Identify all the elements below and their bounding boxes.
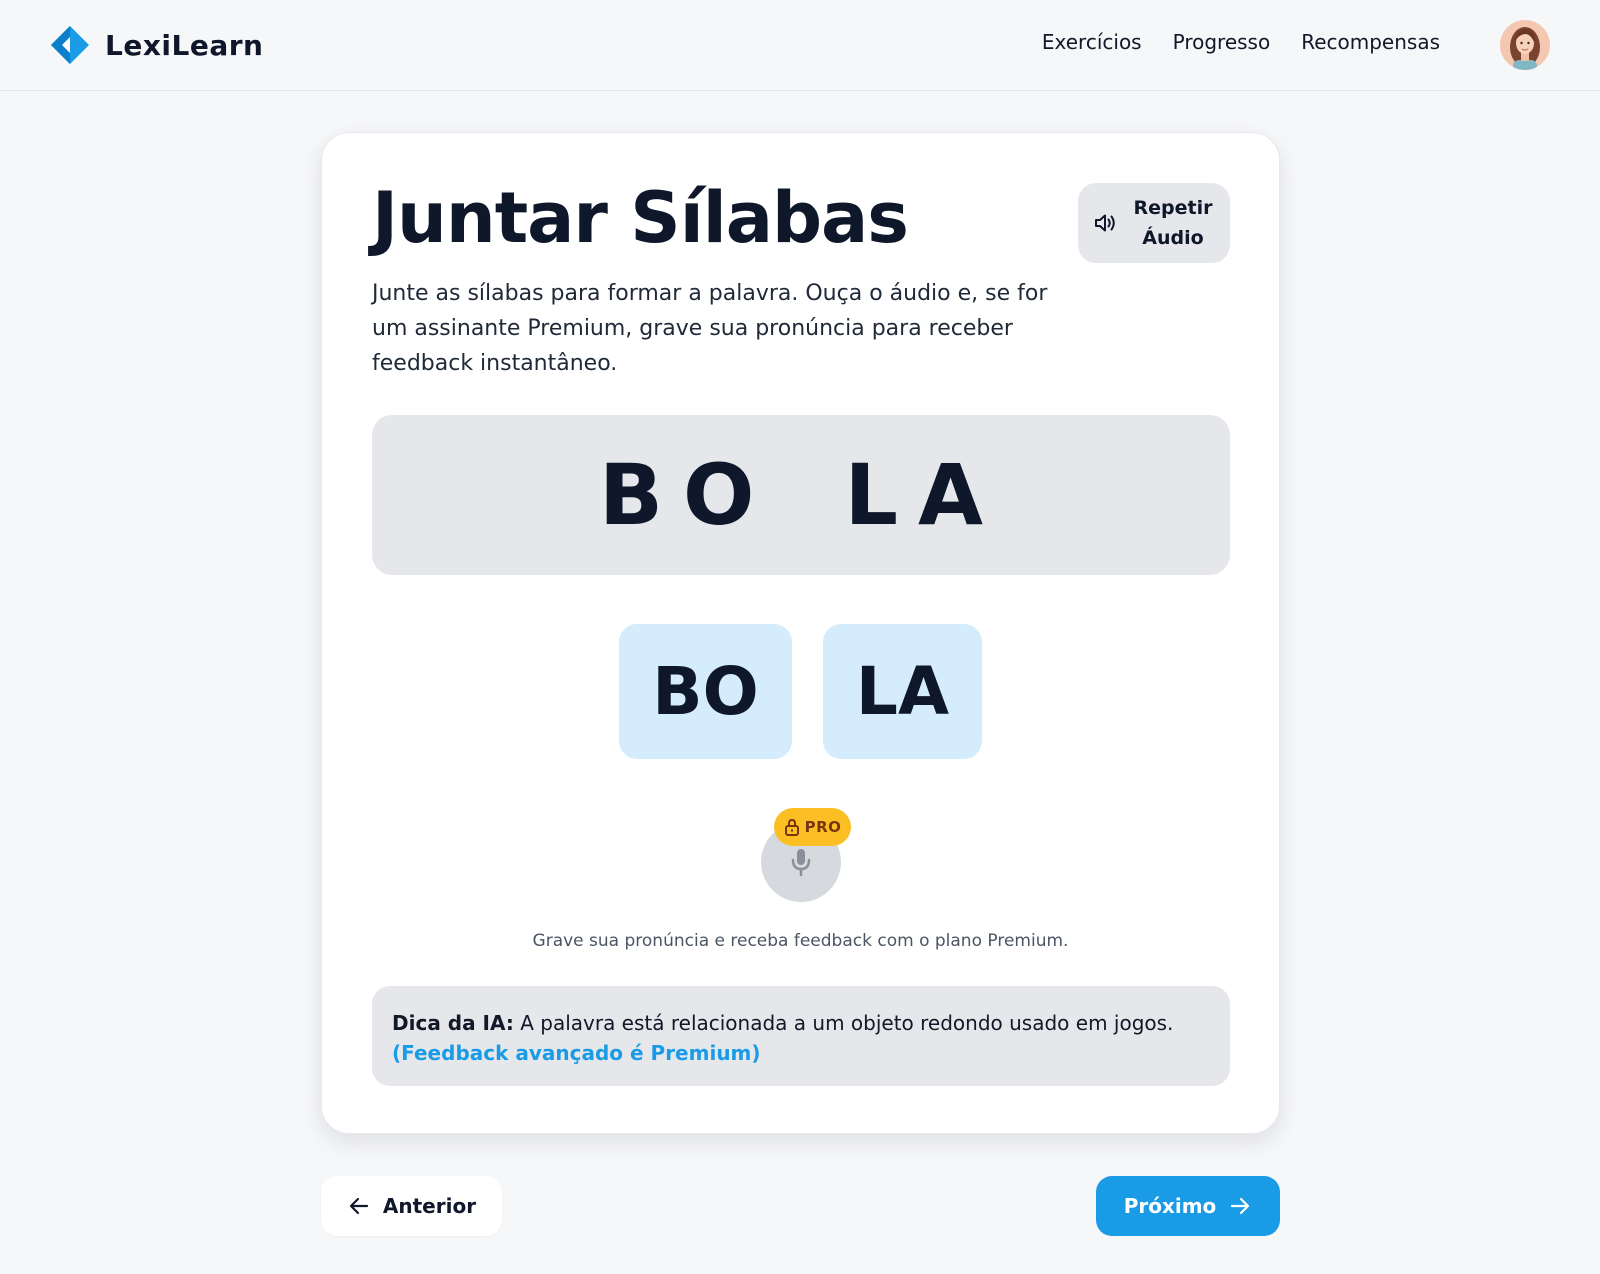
ai-tip-box: Dica da IA: A palavra está relacionada a… (372, 986, 1230, 1086)
speaker-icon (1095, 214, 1115, 232)
avatar-image (1500, 20, 1550, 70)
nav-link-recompensas[interactable]: Recompensas (1301, 30, 1440, 54)
previous-button[interactable]: Anterior (321, 1176, 502, 1236)
ai-tip-text: A palavra está relacionada a um objeto r… (520, 1011, 1174, 1035)
main-nav: Exercícios Progresso Recompensas (1042, 30, 1440, 54)
top-header: LexiLearn Exercícios Progresso Recompens… (0, 0, 1600, 91)
word-display-panel: BO LA (372, 415, 1230, 575)
repeat-audio-label-line1: Repetir (1133, 197, 1213, 219)
pro-badge-label: PRO (804, 818, 842, 836)
syllable-tile-bo[interactable]: BO (619, 624, 792, 759)
exercise-title: Juntar Sílabas (372, 177, 909, 259)
exercise-card: Juntar Sílabas Repetir Áudio Junte as sí… (321, 132, 1280, 1134)
repeat-audio-label-line2: Áudio (1142, 227, 1204, 249)
arrow-left-icon (349, 1197, 369, 1215)
lock-icon (784, 818, 799, 836)
exercise-instructions: Junte as sílabas para formar a palavra. … (372, 281, 1048, 376)
diamond-logo-icon (51, 26, 89, 64)
repeat-audio-button[interactable]: Repetir Áudio (1078, 183, 1230, 263)
previous-button-label: Anterior (382, 1194, 477, 1218)
pro-badge: PRO (774, 808, 851, 846)
brand-name: LexiLearn (105, 28, 264, 62)
word-syllable-2: LA (844, 446, 1003, 544)
brand-logo[interactable]: LexiLearn (50, 25, 263, 65)
arrow-right-icon (1231, 1197, 1250, 1215)
repeat-audio-label: Repetir Áudio (1130, 193, 1216, 253)
microphone-icon (791, 849, 811, 877)
syllable-tiles: BO LA (322, 624, 1279, 759)
ai-tip-label: Dica da IA: (392, 1011, 514, 1035)
next-button[interactable]: Próximo (1096, 1176, 1280, 1236)
nav-link-exercicios[interactable]: Exercícios (1042, 30, 1142, 54)
user-avatar[interactable] (1500, 20, 1550, 70)
premium-feedback-link[interactable]: (Feedback avançado é Premium) (392, 1041, 761, 1065)
next-button-label: Próximo (1123, 1194, 1217, 1218)
word-syllable-1: BO (599, 446, 775, 544)
record-caption: Grave sua pronúncia e receba feedback co… (532, 931, 1069, 951)
syllable-tile-la[interactable]: LA (823, 624, 982, 759)
record-area: PRO (761, 808, 851, 902)
nav-link-progresso[interactable]: Progresso (1173, 30, 1271, 54)
